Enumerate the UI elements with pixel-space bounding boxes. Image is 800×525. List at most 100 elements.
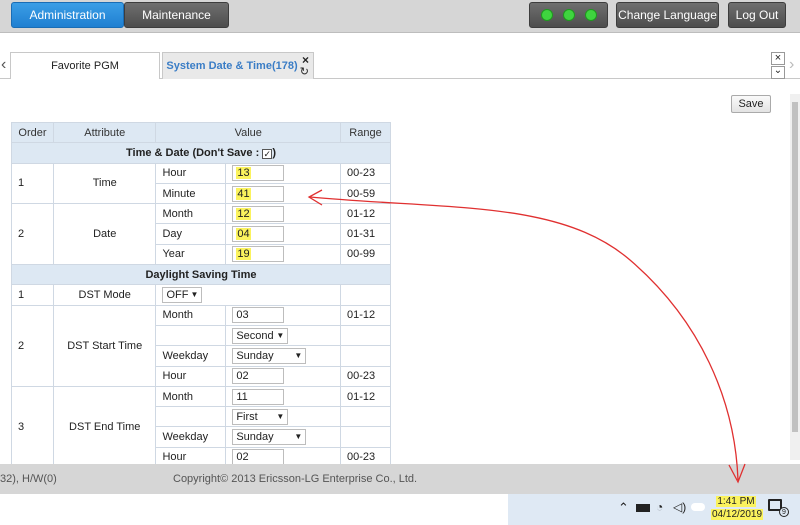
chevron-up-icon[interactable]: ⌃ — [618, 500, 629, 516]
start-week-value: Second — [236, 329, 274, 342]
save-button[interactable]: Save — [731, 95, 771, 113]
month-range: 01-12 — [340, 203, 391, 225]
end-month-input[interactable]: 11 — [232, 388, 285, 405]
tab-refresh-icon[interactable]: ↻ — [300, 65, 309, 78]
date-order: 2 — [11, 203, 54, 266]
scrollbar-thumb[interactable] — [792, 102, 798, 432]
tab-system-label: System Date & Time(178) — [166, 60, 298, 72]
section-time-date-label: Time & Date (Don't Save : — [126, 146, 260, 159]
tabs-scroll-right-icon[interactable]: › — [789, 56, 794, 74]
minute-label: Minute — [155, 182, 227, 205]
clock-date: 04/12/2019 — [711, 509, 764, 520]
start-month-range: 01-12 — [340, 304, 391, 326]
tab-favorite-pgm[interactable]: Favorite PGM — [10, 52, 160, 79]
status-indicator-group — [529, 2, 608, 28]
program-tabs: ‹ Favorite PGM System Date & Time(178) ×… — [0, 52, 800, 79]
month-value: 12 — [236, 207, 251, 220]
cloud-icon[interactable] — [691, 503, 705, 511]
wifi-icon[interactable]: ◔ — [656, 500, 663, 514]
start-month-label: Month — [155, 304, 227, 326]
section-dst: Daylight Saving Time — [11, 264, 391, 286]
chevron-down-icon: ▼ — [190, 290, 199, 300]
end-weekday-value: Sunday — [236, 431, 274, 444]
section-time-date: Time & Date (Don't Save : ✓) — [11, 142, 391, 164]
minute-range: 00-59 — [340, 182, 391, 205]
hour-input[interactable]: 13 — [232, 165, 285, 182]
content-scrollbar[interactable] — [790, 94, 800, 460]
date-attribute: Date — [52, 203, 157, 266]
table-row: 2 DST Start Time Month 03 01-12 — [11, 304, 391, 387]
month-label: Month — [155, 203, 227, 225]
start-hour-label: Hour — [155, 365, 227, 387]
dst-mode-order: 1 — [11, 284, 54, 306]
day-input[interactable]: 04 — [232, 226, 285, 243]
day-cell: 04 — [225, 223, 342, 245]
close-all-tabs-icon[interactable]: × — [771, 52, 785, 65]
section-dst-label: Daylight Saving Time — [11, 264, 391, 286]
dst-mode-select[interactable]: OFF ▼ — [162, 287, 203, 304]
table-row: 3 DST End Time Month 11 01-12 — [11, 385, 391, 469]
tab-system-date-time[interactable]: System Date & Time(178) × ↻ — [162, 52, 314, 79]
save-label: Save — [738, 98, 764, 110]
tabs-dropdown-label: ⌄ — [773, 65, 783, 76]
table-header-row: Order Attribute Value Range — [11, 121, 391, 144]
end-weekday-label: Weekday — [155, 426, 227, 448]
dst-start-attribute: DST Start Time — [52, 304, 157, 387]
chevron-down-icon: ▼ — [294, 432, 303, 442]
year-value: 19 — [236, 248, 251, 261]
footer-copyright: Copyright© 2013 Ericsson-LG Enterprise C… — [173, 473, 418, 485]
end-week-cell: First ▼ — [225, 406, 342, 428]
notification-count: 9 — [779, 507, 789, 517]
section-time-date-end: ) — [272, 146, 276, 159]
end-week-label — [155, 406, 227, 428]
maintenance-tab[interactable]: Maintenance — [124, 2, 229, 28]
year-cell: 19 — [225, 243, 342, 266]
col-value: Value — [155, 121, 342, 144]
start-week-select[interactable]: Second ▼ — [232, 327, 289, 344]
day-value: 04 — [236, 228, 251, 241]
end-weekday-range — [340, 426, 391, 448]
end-weekday-select[interactable]: Sunday ▼ — [232, 429, 307, 446]
minute-value: 41 — [236, 187, 251, 200]
start-month-input[interactable]: 03 — [232, 307, 285, 324]
end-week-range — [340, 406, 391, 428]
table-row: 1 DST Mode OFF ▼ — [11, 284, 391, 306]
day-label: Day — [155, 223, 227, 245]
month-input[interactable]: 12 — [232, 205, 285, 222]
tab-favorite-label: Favorite PGM — [51, 60, 119, 72]
dst-start-order: 2 — [11, 304, 54, 387]
tabs-dropdown-icon[interactable]: ⌄ — [771, 66, 785, 79]
end-hour-input[interactable]: 02 — [232, 449, 285, 466]
clock[interactable]: 1:41 PM 04/12/2019 — [711, 495, 764, 523]
minute-input[interactable]: 41 — [232, 185, 285, 202]
change-language-button[interactable]: Change Language — [616, 2, 719, 28]
minute-cell: 41 — [225, 182, 342, 205]
volume-icon[interactable]: ◁) — [673, 500, 686, 514]
time-order: 1 — [11, 162, 54, 205]
start-hour-input[interactable]: 02 — [232, 368, 285, 385]
top-bar: Administration Maintenance Change Langua… — [0, 0, 800, 33]
table-row: 2 Date Month 12 01-12 — [11, 203, 391, 266]
start-hour-cell: 02 — [225, 365, 342, 387]
col-order: Order — [11, 121, 54, 144]
status-dot-2 — [562, 9, 575, 21]
hour-value: 13 — [236, 167, 251, 180]
logout-button[interactable]: Log Out — [728, 2, 786, 28]
col-attribute: Attribute — [52, 121, 157, 144]
footer-version: 32), H/W(0) — [0, 473, 57, 485]
date-time-table: Order Attribute Value Range Time & Date … — [11, 121, 391, 469]
month-cell: 12 — [225, 203, 342, 225]
tabs-scroll-left-icon[interactable]: ‹ — [1, 56, 6, 74]
battery-icon[interactable] — [636, 504, 650, 512]
administration-tab[interactable]: Administration — [11, 2, 124, 28]
dst-mode-cell: OFF ▼ — [155, 284, 342, 306]
year-input[interactable]: 19 — [232, 246, 285, 263]
start-weekday-select[interactable]: Sunday ▼ — [232, 347, 307, 364]
start-weekday-range — [340, 345, 391, 367]
end-month-label: Month — [155, 385, 227, 408]
end-week-select[interactable]: First ▼ — [232, 408, 289, 425]
dont-save-checkbox[interactable]: ✓ — [262, 148, 273, 159]
day-range: 01-31 — [340, 223, 391, 245]
start-weekday-label: Weekday — [155, 345, 227, 367]
end-month-cell: 11 — [225, 385, 342, 408]
